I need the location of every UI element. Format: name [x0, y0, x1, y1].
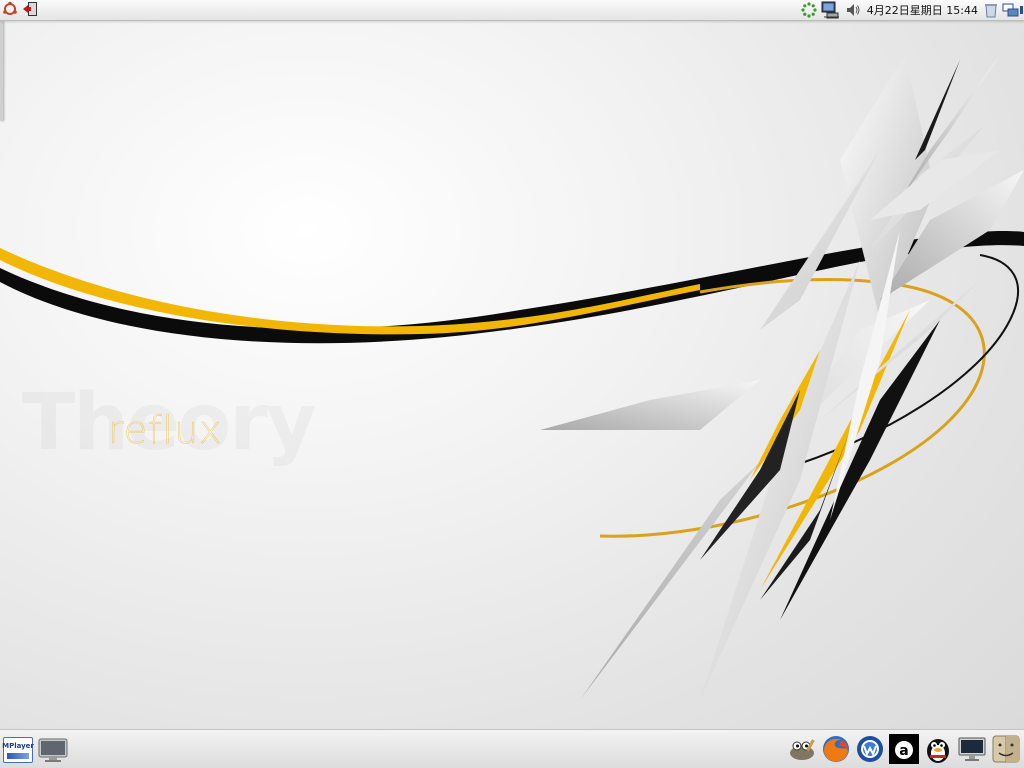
mplayer-launcher[interactable]: MPlayer — [2, 733, 34, 766]
update-notifier-icon[interactable] — [801, 2, 817, 18]
mplayer-icon: MPlayer — [2, 736, 34, 763]
amarok-launcher[interactable]: a — [888, 732, 920, 765]
abstract-shards — [540, 55, 1024, 700]
finder-launcher[interactable] — [990, 732, 1022, 765]
dock: a — [786, 732, 1022, 765]
yellow-swoosh — [0, 248, 700, 335]
volume-icon[interactable] — [845, 2, 861, 18]
top-panel-tray: 4月22日星期日 15:44 — [801, 1, 1024, 19]
computer-icon — [958, 737, 986, 761]
firefox-launcher[interactable] — [820, 732, 852, 765]
network-monitor-icon[interactable] — [821, 1, 841, 19]
firefox-icon — [823, 735, 849, 762]
thunderbird-launcher[interactable] — [854, 732, 886, 765]
qq-launcher[interactable] — [922, 732, 954, 765]
top-panel: 4月22日星期日 15:44 — [0, 0, 1024, 21]
logout-icon[interactable] — [22, 1, 38, 17]
computer-launcher[interactable] — [956, 732, 988, 765]
gimp-launcher[interactable] — [786, 732, 818, 765]
show-desktop-icon — [38, 738, 68, 762]
workspace-switcher-icon[interactable] — [1002, 2, 1024, 18]
trash-icon[interactable] — [984, 2, 998, 18]
bottom-panel-left: MPlayer — [2, 733, 69, 766]
bottom-panel: MPlayer a — [0, 729, 1024, 768]
gimp-icon — [790, 738, 815, 760]
qq-penguin-icon — [927, 738, 949, 763]
desktop: Theory reflux — [0, 0, 1024, 768]
amarok-icon: a — [889, 733, 919, 764]
ubuntu-menu-icon[interactable] — [2, 1, 18, 17]
clock[interactable]: 4月22日星期日 15:44 — [865, 2, 980, 18]
top-panel-left — [2, 1, 38, 17]
reflux-logo-text: reflux — [108, 408, 223, 452]
thunderbird-icon — [857, 735, 883, 762]
finder-icon — [992, 735, 1020, 762]
left-edge-handle[interactable] — [0, 21, 3, 121]
show-desktop-launcher[interactable] — [37, 733, 69, 766]
mplayer-label: MPlayer — [2, 741, 34, 750]
svg-text:a: a — [899, 743, 908, 759]
